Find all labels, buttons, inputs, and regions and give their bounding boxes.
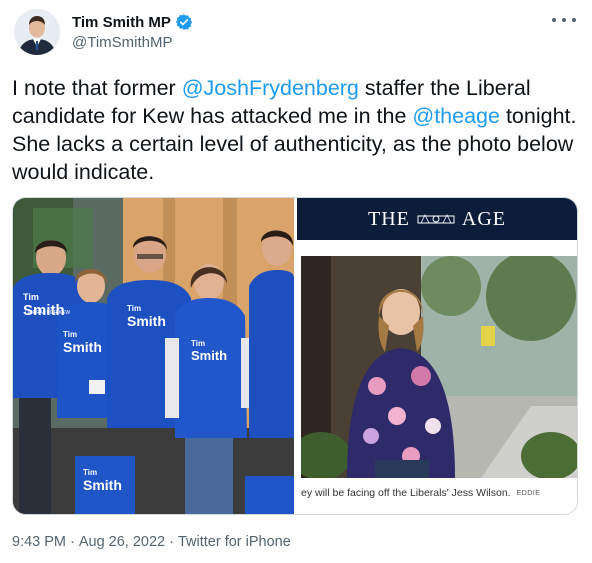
more-dot [572, 18, 576, 22]
masthead-right: AGE [461, 207, 506, 230]
masthead: THE AGE [297, 198, 577, 240]
shirt-text-large: Smith [83, 477, 122, 493]
tweet-metadata: 9:43 PM · Aug 26, 2022 · Twitter for iPh… [12, 534, 291, 550]
photo-caption: ey will be facing off the Liberals' Jess… [301, 478, 577, 508]
shirt-text: Tim Smith [63, 328, 102, 354]
shirt-text: Tim Smith [83, 466, 122, 492]
mention-link[interactable]: @JoshFrydenberg [182, 76, 359, 100]
separator: · [169, 534, 174, 550]
tweet-text: I note that former @JoshFrydenberg staff… [12, 74, 584, 186]
tweet-text-part: I note that former [12, 76, 182, 100]
tweet-source[interactable]: Twitter for iPhone [178, 534, 291, 550]
shirt-text: Tim Smith [191, 338, 227, 362]
tweet-media[interactable]: Tim Smith Tim Smith Tim Smith Tim Smith Tim S… [12, 197, 578, 515]
group-photo[interactable]: Tim Smith Tim Smith Tim Smith Tim Smith Tim S… [13, 198, 294, 514]
tweet-time[interactable]: 9:43 PM [12, 534, 66, 550]
mention-link[interactable]: @theage [412, 104, 500, 128]
person-avatar-icon [14, 9, 60, 55]
separator: · [70, 534, 75, 550]
author-handle[interactable]: @TimSmithMP [72, 34, 173, 51]
more-dot [562, 18, 566, 22]
candidate-photo [301, 256, 577, 478]
verified-badge-icon [175, 13, 193, 31]
more-dot [552, 18, 556, 22]
author-name-row[interactable]: Tim Smith MP [72, 13, 193, 31]
newspaper-screenshot[interactable]: THE AGE ey will be facing off the Libera… [297, 198, 577, 514]
avatar[interactable] [14, 9, 60, 55]
caption-text: ey will be facing off the Liberals' Jess… [301, 487, 511, 499]
caption-credit: EDDIE [516, 489, 541, 497]
tweet-date[interactable]: Aug 26, 2022 [79, 534, 165, 550]
shirt-text-large: Smith [191, 348, 228, 363]
shirt-text: Tim Smith [127, 302, 166, 328]
shirt-text-large: Smith [63, 339, 102, 355]
more-options-icon[interactable] [552, 14, 576, 26]
author-display-name[interactable]: Tim Smith MP [72, 14, 171, 31]
shirt-text-large: Smith [127, 313, 166, 329]
masthead-left: THE [368, 207, 410, 230]
crest-icon [417, 214, 455, 224]
shirt-subtext: LIBERAL FOR KEW [25, 310, 71, 316]
